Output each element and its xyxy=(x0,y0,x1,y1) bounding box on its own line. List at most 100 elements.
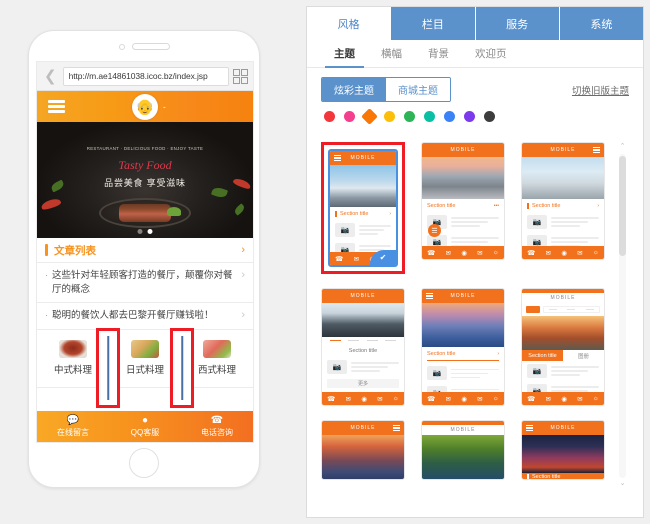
mail-icon: ✉ xyxy=(477,249,483,257)
carousel-dot[interactable] xyxy=(137,229,143,234)
bottom-nav-qq[interactable]: ● QQ客服 xyxy=(109,411,181,442)
scroll-up-arrow-icon[interactable]: ⌃ xyxy=(620,143,626,152)
chef-logo-icon[interactable]: 👴 xyxy=(132,93,158,120)
template-list-item: 📷 xyxy=(422,363,504,383)
scroll-down-arrow-icon[interactable]: ⌄ xyxy=(620,480,626,489)
template-card-6[interactable]: MOBILE Section title 图册 📷 ☎ ✉ ◉ ✉ ☼ xyxy=(521,288,605,406)
list-item[interactable]: · 这些针对年轻顾客打造的餐厅，颠覆你对餐厅的概念 › xyxy=(37,263,253,303)
mail-icon: ✉ xyxy=(577,395,583,403)
template-card-9[interactable]: MOBILE Section title xyxy=(521,420,605,480)
hero-banner[interactable]: RESTAURANT · DELICIOUS FOOD · ENJOY TAST… xyxy=(37,122,253,238)
template-section-row: Section title › xyxy=(422,347,504,360)
scrollbar-thumb[interactable] xyxy=(619,156,626,256)
annotation-box-left xyxy=(96,328,120,408)
color-swatch-blue[interactable] xyxy=(444,111,455,122)
template-mobile-label: MOBILE xyxy=(450,293,476,299)
template-grid-scroll-area[interactable]: MOBILE Section title › 📷 📷 ☎ ✉ ✔ MOBILE … xyxy=(315,138,635,495)
tab-services[interactable]: 服务 xyxy=(475,7,560,40)
category-label: 西式料理 xyxy=(197,365,236,376)
color-swatch-green[interactable] xyxy=(404,111,415,122)
subtab-label: 欢迎页 xyxy=(475,48,507,60)
color-swatch-teal[interactable] xyxy=(424,111,435,122)
section-accent-bar xyxy=(45,244,48,256)
bottom-nav-label: 在线留言 xyxy=(57,427,89,437)
template-scrollbar[interactable]: ⌃ ⌄ xyxy=(618,143,627,489)
template-hero-image xyxy=(522,435,604,473)
image-placeholder-icon: 📷 xyxy=(527,215,547,229)
subtab-welcome-page[interactable]: 欢迎页 xyxy=(462,40,520,67)
template-search-bar xyxy=(526,305,600,314)
color-swatch-red[interactable] xyxy=(324,111,335,122)
hero-garnish-image xyxy=(167,207,181,216)
theme-toolbar: 炫彩主题 商城主题 切换旧版主题 xyxy=(307,68,643,102)
template-item-7-wrapper: MOBILE xyxy=(321,420,405,480)
template-item-5-wrapper: MOBILE Section title › 📷 📷 xyxy=(421,288,505,406)
template-hero-image xyxy=(522,316,604,350)
template-topbar: MOBILE xyxy=(522,143,604,157)
template-hero-image xyxy=(522,157,604,199)
template-topbar: MOBILE xyxy=(522,421,604,435)
template-list-item: 📷 xyxy=(522,361,604,381)
chevron-right-icon[interactable]: › xyxy=(241,244,245,256)
phone-icon: ☎ xyxy=(527,249,536,257)
hamburger-icon xyxy=(334,155,341,161)
scrollbar-track[interactable] xyxy=(619,154,626,478)
hamburger-icon[interactable] xyxy=(48,100,65,113)
template-card-4[interactable]: MOBILE Section title 📷 更多 ☎ ✉ ◉ ✉ ☼ xyxy=(321,288,405,406)
tab-style[interactable]: 风格 xyxy=(307,7,392,40)
bottom-nav-message[interactable]: 💬 在线留言 xyxy=(37,411,109,442)
message-icon: ✉ xyxy=(545,395,551,403)
segment-mall-theme[interactable]: 商城主题 xyxy=(386,78,450,101)
theme-type-segmented-control: 炫彩主题 商城主题 xyxy=(321,77,451,102)
list-item[interactable]: · 聪明的餐饮人都去巴黎开餐厅赚钱啦！ › xyxy=(37,303,253,330)
chevron-right-icon[interactable]: › xyxy=(241,309,245,321)
search-field xyxy=(543,306,600,313)
template-hero-image xyxy=(322,435,404,479)
color-swatch-purple[interactable] xyxy=(464,111,475,122)
phone-icon: ☎ xyxy=(427,249,436,257)
template-section-row: Section title xyxy=(322,344,404,357)
subtab-theme[interactable]: 主题 xyxy=(321,40,368,68)
template-card-3[interactable]: MOBILE Section title › 📷 📷 ☎ ✉ ◉ ✉ ☼ xyxy=(521,142,605,260)
article-section-header[interactable]: 文章列表 › xyxy=(37,238,253,263)
qr-code-icon[interactable] xyxy=(233,68,248,84)
carousel-dot-active[interactable] xyxy=(147,229,153,234)
bottom-nav-phone[interactable]: ☎ 电话咨询 xyxy=(181,411,253,442)
tab-system[interactable]: 系统 xyxy=(559,7,643,40)
bell-icon: ☼ xyxy=(492,395,499,402)
color-swatch-pink[interactable] xyxy=(344,111,355,122)
template-section-row: Section title ••• xyxy=(422,199,504,212)
hero-carousel-dots[interactable] xyxy=(137,229,153,234)
switch-old-theme-link[interactable]: 切换旧版主题 xyxy=(572,83,629,97)
chevron-right-icon[interactable]: › xyxy=(241,269,245,281)
browser-address-bar: ❮ http://m.ae14861038.icoc.bz/index.jsp xyxy=(37,62,253,91)
template-bottom-bar: ☎ ✉ ◉ ✉ ☼ xyxy=(322,392,404,405)
template-card-7[interactable]: MOBILE xyxy=(321,420,405,480)
color-swatch-orange-selected[interactable] xyxy=(361,108,378,125)
url-input[interactable]: http://m.ae14861038.icoc.bz/index.jsp xyxy=(62,66,229,86)
search-button-icon xyxy=(526,306,540,313)
placeholder-lines xyxy=(451,217,499,227)
template-card-5[interactable]: MOBILE Section title › 📷 📷 xyxy=(421,288,505,406)
template-bottom-bar: ☎ ✉ ◉ ✉ ☼ xyxy=(422,392,504,405)
subtab-background[interactable]: 背景 xyxy=(415,40,462,67)
bottom-nav-label: 电话咨询 xyxy=(201,427,233,437)
site-header: 👴 - xyxy=(37,91,253,122)
browser-back-icon[interactable]: ❮ xyxy=(42,69,59,84)
template-card-1[interactable]: MOBILE Section title › 📷 📷 ☎ ✉ ✔ xyxy=(328,149,398,267)
placeholder-lines xyxy=(351,362,399,372)
subtab-banner[interactable]: 横幅 xyxy=(368,40,415,67)
phone-bottom-nav: 💬 在线留言 ● QQ客服 ☎ 电话咨询 xyxy=(37,411,253,442)
template-section-row: Section title › xyxy=(522,199,604,212)
message-icon: ✉ xyxy=(445,395,451,403)
main-tab-bar: 风格 栏目 服务 系统 xyxy=(307,7,643,40)
template-section-title: Section title xyxy=(522,350,563,361)
template-card-2[interactable]: MOBILE Section title ••• 📷 📷 ☰ ☎ ✉ ◉ ✉ ☼ xyxy=(421,142,505,260)
phone-home-button[interactable] xyxy=(129,448,159,478)
color-swatch-dark[interactable] xyxy=(484,111,495,122)
segment-colorful-theme[interactable]: 炫彩主题 xyxy=(322,78,386,101)
template-brandbar: MOBILE xyxy=(522,293,604,303)
color-swatch-yellow[interactable] xyxy=(384,111,395,122)
template-card-8[interactable]: MOBILE xyxy=(421,420,505,480)
tab-columns[interactable]: 栏目 xyxy=(391,7,476,40)
